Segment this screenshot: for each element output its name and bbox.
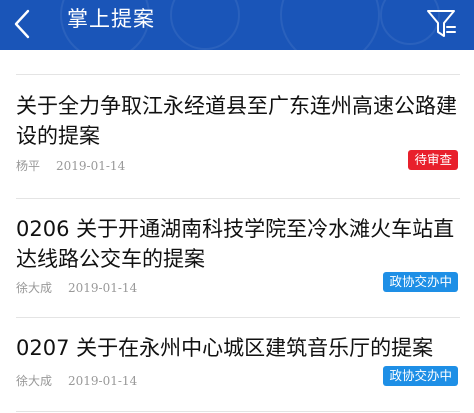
status-badge: 政协交办中 — [383, 366, 458, 386]
proposal-item[interactable]: 关于全力争取江永经道县至广东连州高速公路建设的提案 杨平 2019-01-14 待… — [0, 75, 474, 200]
proposal-author: 徐大成 — [16, 374, 53, 388]
app-header: 掌上提案 — [0, 0, 474, 50]
proposal-meta: 徐大成 2019-01-14 — [16, 281, 137, 295]
proposal-meta: 徐大成 2019-01-14 — [16, 374, 137, 388]
status-badge: 政协交办中 — [383, 272, 458, 292]
filter-icon — [427, 10, 456, 37]
proposal-date: 2019-01-14 — [56, 159, 126, 173]
filter-button[interactable] — [424, 5, 460, 45]
proposal-author: 杨平 — [16, 159, 41, 173]
proposal-date: 2019-01-14 — [68, 281, 138, 295]
header-pattern — [280, 0, 380, 50]
proposal-date: 2019-01-14 — [68, 374, 138, 388]
proposal-item[interactable]: 0207 关于在永州中心城区建筑音乐厅的提案 徐大成 2019-01-14 政协交… — [0, 318, 474, 413]
proposal-author: 徐大成 — [16, 281, 53, 295]
proposal-title: 0206 关于开通湖南科技学院至冷水滩火车站直达线路公交车的提案 — [16, 217, 455, 271]
proposal-title: 0207 关于在永州中心城区建筑音乐厅的提案 — [16, 336, 434, 360]
page-title: 掌上提案 — [67, 7, 155, 31]
back-button[interactable] — [8, 5, 38, 45]
status-badge: 待审查 — [408, 150, 458, 170]
chevron-left-icon — [14, 9, 30, 39]
proposal-meta: 杨平 2019-01-14 — [16, 159, 125, 173]
proposal-title: 关于全力争取江永经道县至广东连州高速公路建设的提案 — [16, 94, 457, 148]
proposal-item[interactable]: 0206 关于开通湖南科技学院至冷水滩火车站直达线路公交车的提案 徐大成 2019… — [0, 199, 474, 317]
header-pattern — [170, 0, 240, 50]
list-divider — [16, 411, 460, 412]
